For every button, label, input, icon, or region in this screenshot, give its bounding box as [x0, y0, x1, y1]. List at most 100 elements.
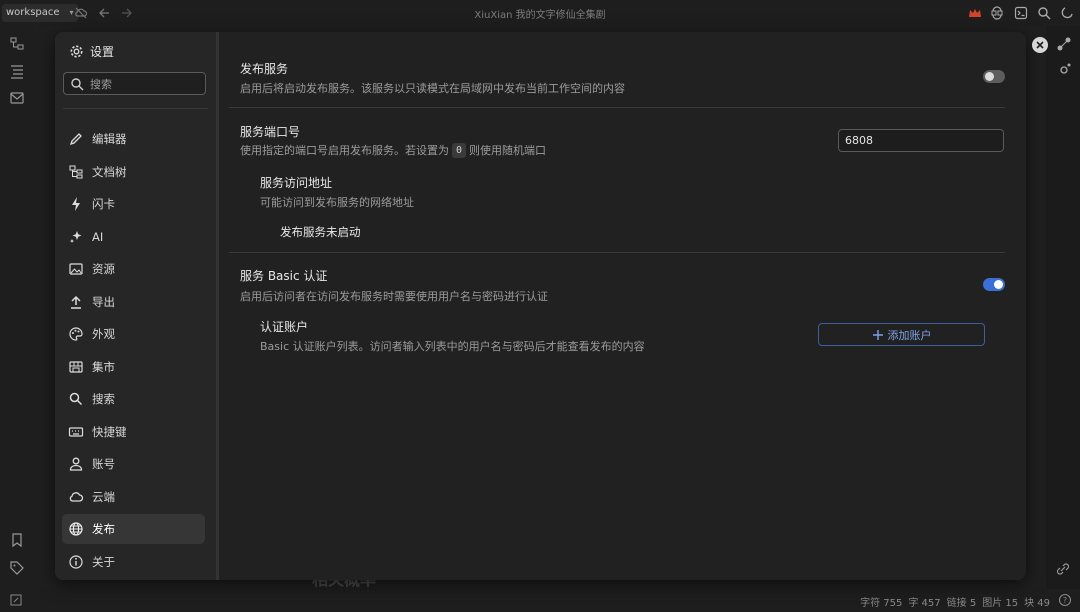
expand-icon[interactable] — [9, 593, 23, 607]
add-account-button[interactable]: 添加账户 — [818, 323, 985, 346]
sidebar-item-10[interactable]: 账号 — [62, 449, 205, 479]
bookmark-icon[interactable] — [9, 532, 25, 548]
status-chars: 字符 755 — [860, 598, 903, 609]
search-icon[interactable] — [1037, 6, 1051, 20]
terminal-icon[interactable] — [1014, 6, 1028, 20]
publish-service-desc: 启用后将启动发布服务。该服务以只读模式在局域网中发布当前工作空间的内容 — [240, 82, 625, 95]
section-divider — [229, 252, 1005, 253]
settings-dialog: 设置 编辑器文档树闪卡 AI 资源导出外观集市搜索快捷键账号云端发布关于 发布服务 … — [55, 32, 1026, 580]
search-icon — [71, 78, 84, 91]
sidebar-item-12[interactable]: 发布 — [62, 514, 205, 544]
sidebar-item-label: 搜索 — [92, 392, 115, 406]
address-status: 发布服务未启动 — [280, 225, 361, 239]
basic-auth-title: 服务 Basic 认证 — [240, 269, 328, 283]
publish-service-toggle[interactable] — [983, 70, 1005, 83]
settings-search-field[interactable] — [63, 72, 206, 95]
settings-search-input[interactable] — [90, 76, 200, 92]
sparkle-icon — [68, 229, 84, 245]
graph-icon[interactable] — [1056, 36, 1072, 52]
window-title: XiuXian 我的文字修仙全集剧 — [474, 10, 606, 21]
keyboard-icon — [68, 424, 84, 440]
svg-text:?: ? — [1063, 596, 1067, 605]
sync-icon[interactable] — [990, 6, 1004, 20]
file-tree-icon[interactable] — [9, 36, 25, 52]
flash-icon — [68, 196, 84, 212]
publish-settings-panel: 发布服务 启用后将启动发布服务。该服务以只读模式在局域网中发布当前工作空间的内容… — [219, 32, 1026, 580]
sidebar-item-label: 资源 — [92, 262, 115, 276]
accounts-desc: Basic 认证账户列表。访问者输入列表中的用户名与密码后才能查看发布的内容 — [260, 340, 645, 353]
close-icon — [1036, 41, 1044, 49]
pencil-icon — [68, 131, 84, 147]
status-images: 图片 15 — [982, 598, 1019, 609]
plus-icon — [872, 329, 883, 340]
sidebar-item-2[interactable]: 闪卡 — [62, 189, 205, 219]
graph-local-icon[interactable] — [1056, 62, 1072, 78]
sidebar-item-label: 文档树 — [92, 164, 127, 179]
sidebar-divider — [63, 108, 208, 109]
sidebar-item-0[interactable]: 编辑器 — [62, 124, 205, 154]
outline-icon[interactable] — [9, 63, 25, 79]
section-divider — [229, 107, 1005, 108]
sidebar-item-4[interactable]: 资源 — [62, 254, 205, 284]
toggle-knob — [985, 72, 994, 81]
gear-icon — [70, 45, 83, 58]
sidebar-item-label: 账号 — [92, 457, 115, 471]
port-zero-chip: 0 — [452, 142, 467, 158]
sidebar-item-label: 快捷键 — [92, 424, 127, 439]
port-input[interactable] — [838, 129, 1004, 152]
port-desc-suffix: 则使用随机端口 — [469, 144, 547, 157]
user-icon — [68, 456, 84, 472]
inbox-icon[interactable] — [9, 90, 25, 106]
status-bar: 字符 755 字 457 链接 5 图片 15 块 49 ? — [0, 589, 1080, 612]
sidebar-item-label: 关于 — [92, 554, 115, 569]
dialog-title: 设置 — [69, 43, 114, 60]
basic-auth-desc: 启用后访问者在访问发布服务时需要使用用户名与密码进行认证 — [240, 290, 548, 303]
add-account-label: 添加账户 — [887, 328, 932, 342]
sidebar-item-label: 闪卡 — [92, 197, 115, 211]
sidebar-item-5[interactable]: 导出 — [62, 287, 205, 317]
image-icon — [68, 261, 84, 277]
doc-tree-icon — [68, 164, 84, 180]
port-desc-text: 使用指定的端口号启用发布服务。若设置为 — [240, 144, 449, 157]
sidebar-item-label: AI — [92, 229, 104, 244]
settings-sidebar: 设置 编辑器文档树闪卡 AI 资源导出外观集市搜索快捷键账号云端发布关于 — [55, 32, 216, 580]
status-blocks: 块 49 — [1024, 598, 1050, 609]
cloud-icon — [68, 489, 84, 505]
sidebar-item-9[interactable]: 快捷键 — [62, 417, 205, 447]
port-title: 服务端口号 — [240, 125, 301, 139]
sidebar-item-8[interactable]: 搜索 — [62, 384, 205, 414]
address-desc: 可能访问到发布服务的网络地址 — [260, 196, 414, 209]
publish-service-title: 发布服务 — [240, 62, 289, 76]
close-dialog-button[interactable] — [1032, 37, 1048, 53]
sidebar-item-label: 外观 — [92, 327, 115, 341]
help-icon[interactable]: ? — [1058, 593, 1072, 607]
globe-icon — [68, 521, 84, 537]
store-icon — [68, 359, 84, 375]
status-links: 链接 5 — [946, 598, 977, 609]
palette-icon — [68, 326, 84, 342]
dialog-title-text: 设置 — [90, 45, 115, 59]
sidebar-item-6[interactable]: 外观 — [62, 319, 205, 349]
moon-icon[interactable] — [1060, 6, 1074, 20]
search-icon — [68, 391, 84, 407]
port-desc: 使用指定的端口号启用发布服务。若设置为 0 则使用随机端口 — [240, 142, 546, 158]
address-title: 服务访问地址 — [260, 176, 333, 190]
sidebar-item-label: 导出 — [92, 294, 115, 309]
accounts-title: 认证账户 — [260, 320, 309, 334]
upload-icon — [68, 294, 84, 310]
sidebar-item-3[interactable]: AI — [62, 222, 205, 252]
crown-icon[interactable] — [968, 7, 982, 19]
info-icon — [68, 554, 84, 570]
sidebar-item-label: 编辑器 — [92, 132, 127, 146]
sidebar-item-11[interactable]: 云端 — [62, 482, 205, 512]
basic-auth-toggle[interactable] — [983, 278, 1005, 291]
sidebar-item-13[interactable]: 关于 — [62, 547, 205, 577]
link-icon[interactable] — [1055, 562, 1071, 576]
sidebar-item-label: 集市 — [92, 359, 115, 374]
sidebar-item-7[interactable]: 集市 — [62, 352, 205, 382]
left-dock — [0, 26, 34, 612]
sidebar-item-label: 云端 — [92, 489, 115, 504]
sidebar-item-1[interactable]: 文档树 — [62, 157, 205, 187]
tag-icon[interactable] — [9, 560, 25, 576]
title-bar: workspace ▾ XiuXian 我的文字修仙全集剧 — [0, 0, 1080, 26]
